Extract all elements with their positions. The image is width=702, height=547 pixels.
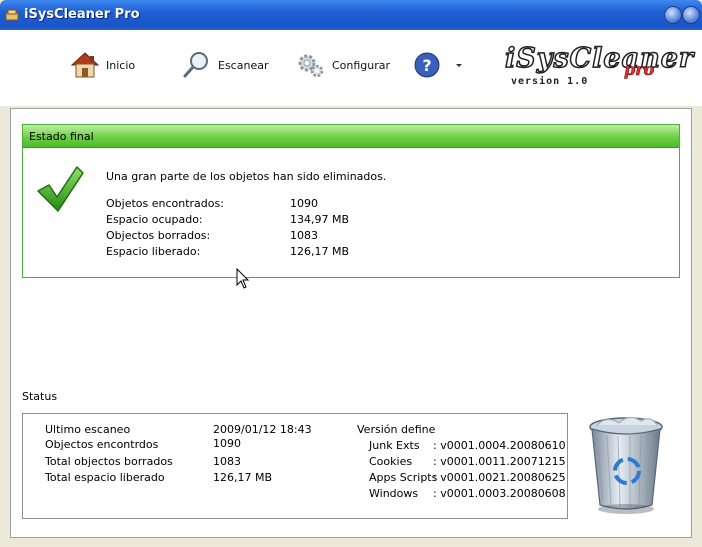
recycle-bin-icon [589,417,663,514]
version-label: Apps Scripts [369,471,438,484]
version-label: Junk Exts [369,439,420,452]
status-item-value: 126,17 MB [213,471,273,484]
brand-pro: pro [624,60,655,80]
version-value: : v0001.0011.20071215 [433,455,566,468]
status-box: Ultimo escaneo 2009/01/12 18:43 Objectos… [22,413,568,519]
toolbar: Inicio Escanear Configurar ? iSysCleaner… [0,30,702,106]
version-value: : v0001.0003.20080608 [433,487,566,500]
estado-final-box: Estado final Una gran parte de los objet… [22,124,680,278]
escanear-label: Escanear [218,58,269,72]
svg-text:?: ? [422,56,431,75]
brand-logo: iSysCleaner pro version 1.0 [504,42,694,98]
stat-value: 1083 [290,229,318,242]
estado-title: Estado final [29,130,94,143]
inicio-button[interactable]: Inicio [70,48,135,82]
status-label: Status [22,390,58,403]
stat-value: 126,17 MB [290,245,350,258]
escanear-button[interactable]: Escanear [182,48,268,82]
version-label: Cookies [369,455,413,468]
minimize-button[interactable] [664,6,682,24]
version-value: : v0001.0021.20080625 [433,471,566,484]
mouse-cursor-icon [236,268,250,289]
status-item-value: 1090 [213,437,241,450]
status-item-label: Total espacio liberado [45,471,165,484]
magnifier-icon [183,52,208,78]
home-icon [70,52,100,78]
status-item-label: Ultimo escaneo [45,423,131,436]
status-item-label: Objectos encontrdos [45,438,159,451]
configurar-label: Configurar [332,58,391,72]
version-value: : v0001.0004.20080610 [433,439,566,452]
brand-name: iSysCleaner [504,42,695,75]
configurar-button[interactable]: Configurar [296,48,390,82]
help-button[interactable]: ? [413,48,465,82]
version-label: Windows [369,487,419,500]
checkmark-icon [37,166,84,212]
stat-value: 1090 [290,197,318,210]
stat-label: Espacio liberado: [106,245,201,258]
window-title: iSysCleaner Pro [24,7,140,22]
estado-message: Una gran parte de los objetos han sido e… [106,170,387,183]
brand-version: version 1.0 [511,76,589,87]
stat-value: 134,97 MB [290,213,350,226]
close-button[interactable] [682,6,700,24]
app-icon [5,9,19,21]
chevron-down-icon[interactable] [453,59,465,71]
gear-icon [298,54,324,78]
help-icon: ? [414,52,440,78]
stat-label: Objetos encontrados: [106,197,224,210]
stat-label: Espacio ocupado: [106,213,203,226]
version-header: Versión define [357,423,436,436]
title-bar[interactable]: iSysCleaner Pro [0,0,702,30]
app-window: iSysCleaner Pro Inicio Escanear Configur… [0,0,702,547]
inicio-label: Inicio [106,58,136,72]
estado-header: Estado final [23,125,679,148]
status-item-label: Total objectos borrados [45,455,173,468]
stat-label: Objectos borrados: [106,229,211,242]
status-item-value: 1083 [213,455,241,468]
status-item-value: 2009/01/12 18:43 [213,423,312,436]
